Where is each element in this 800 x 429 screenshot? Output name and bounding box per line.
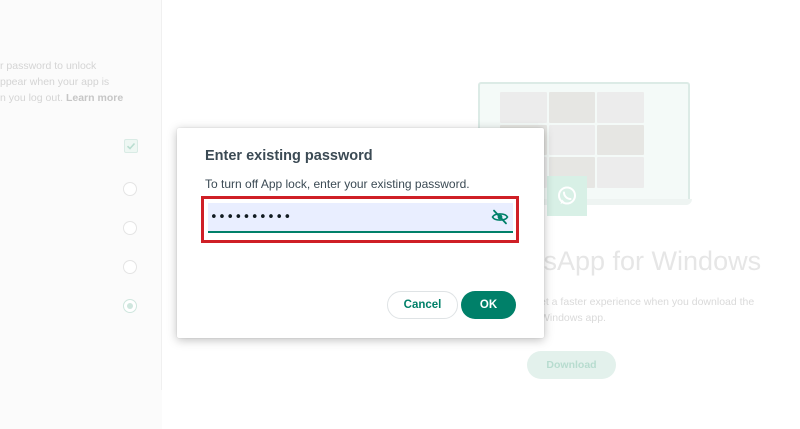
learn-more-link[interactable]: Learn more — [66, 92, 123, 104]
dialog-title: Enter existing password — [205, 148, 373, 164]
password-field — [208, 203, 513, 233]
app-lock-description: r password to unlock ppear when your app… — [0, 58, 140, 106]
lock-option-radio-selected[interactable] — [123, 299, 137, 313]
description-line: n you log out. Learn more — [0, 92, 124, 104]
cancel-button[interactable]: Cancel — [387, 291, 458, 319]
eye-off-icon[interactable] — [487, 204, 513, 230]
lock-option-radio[interactable] — [123, 182, 137, 196]
enter-password-dialog: Enter existing password To turn off App … — [177, 128, 544, 338]
promo-title: tsApp for Windows — [536, 246, 762, 276]
panel-divider — [161, 0, 162, 390]
ok-button[interactable]: OK — [461, 291, 516, 319]
download-button[interactable]: Download — [527, 351, 616, 379]
dialog-description: To turn off App lock, enter your existin… — [205, 177, 470, 191]
lock-option-radio[interactable] — [123, 221, 137, 235]
whatsapp-icon — [547, 176, 587, 216]
password-input[interactable] — [208, 203, 487, 231]
description-line: r password to unlock — [0, 60, 97, 72]
promo-subtitle: et a faster experience when you download… — [540, 296, 755, 324]
require-password-checkbox[interactable] — [124, 139, 138, 153]
checkmark-icon — [126, 142, 136, 150]
lock-option-radio[interactable] — [123, 260, 137, 274]
description-line: ppear when your app is — [0, 76, 110, 88]
